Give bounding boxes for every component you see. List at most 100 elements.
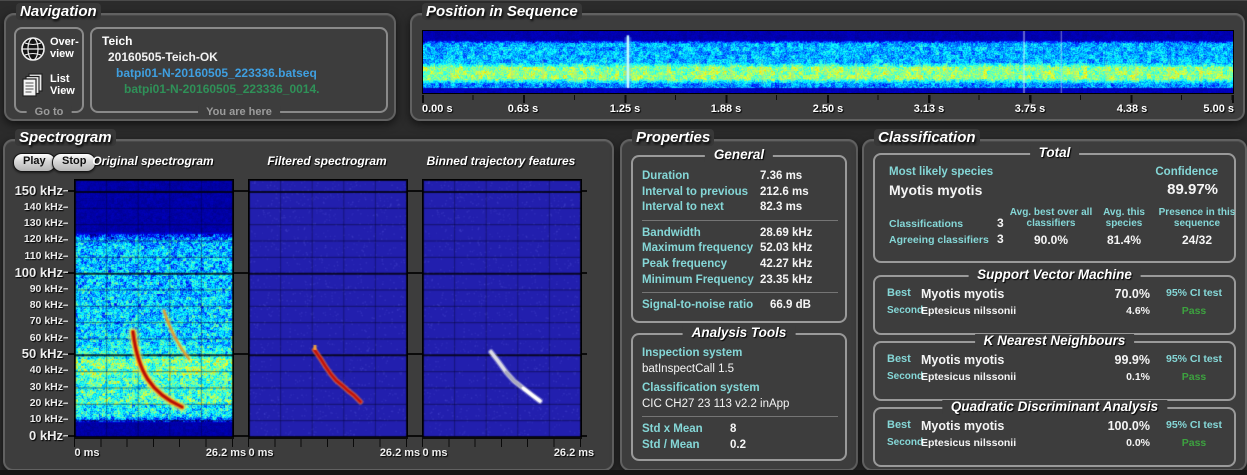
overview-button[interactable]: Over- view <box>20 35 80 65</box>
std-div-mean-row: Std / Mean 0.2 <box>642 438 746 451</box>
breadcrumb-session[interactable]: 20160505-Teich-OK <box>108 50 218 64</box>
classification-title: Classification <box>874 129 980 146</box>
listview-label: List View <box>50 73 75 97</box>
confidence-label: Confidence <box>1155 166 1218 178</box>
play-button[interactable]: Play <box>13 153 56 172</box>
classifications-label: Classifications <box>889 218 964 230</box>
freq-label: 100 kHz <box>14 265 63 280</box>
most-likely-species-label: Most likely species <box>889 166 994 178</box>
avg-species-column: Avg. this species 81.4% <box>1103 207 1145 247</box>
freq-label: 30 kHz <box>29 381 63 393</box>
overview-label: Over- view <box>50 36 79 60</box>
seq-tick-label: 1.25 s <box>609 103 641 115</box>
freq-label: 40 kHz <box>29 364 63 376</box>
divider <box>642 292 838 294</box>
freq-label: 110 kHz <box>24 250 63 262</box>
time-end-label: 26.2 ms <box>205 447 247 459</box>
sequence-spectrogram-strip[interactable] <box>422 30 1234 94</box>
time-start-label: 0 ms <box>248 447 274 459</box>
navigation-panel: Navigation Over- view List View Go to Te… <box>4 3 396 121</box>
seq-tick-label: 3.75 s <box>1014 103 1046 115</box>
property-row: Maximum frequency 52.03 kHz <box>642 242 813 255</box>
seq-tick-label: 0.00 s <box>422 103 453 115</box>
you-are-here-label: You are here <box>198 106 280 119</box>
bat-analysis-window: Navigation Over- view List View Go to Te… <box>0 0 1247 475</box>
window-bottom-edge <box>0 470 1247 475</box>
stop-button[interactable]: Stop <box>52 153 97 172</box>
globe-icon <box>20 36 46 67</box>
property-row: Bandwidth 28.69 kHz <box>642 226 813 239</box>
xaxis-original <box>74 437 234 447</box>
you-are-here-group: Teich 20160505-Teich-OK batpi01-N-201605… <box>90 27 388 119</box>
breadcrumb-site[interactable]: Teich <box>102 34 132 48</box>
general-group: General Duration 7.36 ms Interval to prev… <box>631 148 847 323</box>
classification-system-value: CIC CH27 23 113 v2.2 inApp <box>642 397 790 410</box>
property-row: Interval to next 82.3 ms <box>642 201 803 214</box>
knn-title: K Nearest Neighbours <box>974 334 1135 348</box>
goto-label: Go to <box>26 106 72 119</box>
knn-group: K Nearest Neighbours Best Myotis myotis … <box>873 334 1236 401</box>
std-x-mean-row: Std x Mean 8 <box>642 423 737 435</box>
freq-label: 70 kHz <box>29 315 63 327</box>
freq-label: 50 kHz <box>21 346 63 361</box>
freq-label: 150 kHz <box>14 183 63 198</box>
classification-system-label: Classification system <box>642 382 760 394</box>
navigation-title: Navigation <box>16 3 101 20</box>
seq-tick-label: 1.88 s <box>710 103 742 115</box>
freq-label: 90 kHz <box>29 283 63 295</box>
presence-column: Presence in this sequence 24/32 <box>1158 207 1236 247</box>
freq-label: 130 kHz <box>23 217 63 229</box>
property-row: Interval to previous 212.6 ms <box>642 185 809 198</box>
time-end-label: 26.2 ms <box>379 447 421 459</box>
property-row: Minimum Frequency 23.35 kHz <box>642 273 813 286</box>
list-pages-icon <box>21 72 46 103</box>
inspection-system-value: batInspectCall 1.5 <box>642 362 735 375</box>
properties-panel: Properties General Duration 7.36 ms Inter… <box>620 129 858 471</box>
qda-title: Quadratic Discriminant Analysis <box>941 400 1168 414</box>
property-row: Peak frequency 42.27 kHz <box>642 257 813 270</box>
avg-best-column: Avg. best over all classifiers 90.0% <box>1009 207 1093 247</box>
filtered-spectrogram-plot <box>248 179 408 439</box>
freq-label: 140 kHz <box>23 201 63 213</box>
seq-tick-label: 5.00 s <box>1203 103 1234 115</box>
freq-label: 60 kHz <box>29 332 63 344</box>
freq-label: 80 kHz <box>29 299 63 311</box>
spectrogram-title: Spectrogram <box>15 129 116 146</box>
breadcrumb-sequence-file[interactable]: batpi01-N-20160505_223336.batseq <box>116 66 317 80</box>
total-title: Total <box>1029 146 1080 160</box>
analysis-tools-title: Analysis Tools <box>682 326 796 340</box>
spectrogram-panel: Spectrogram Play Stop Original spectrogr… <box>3 129 614 471</box>
divider <box>642 416 838 417</box>
position-in-sequence-panel: Position in Sequence 0.00 s 0.63 s 1.25 … <box>410 3 1245 121</box>
breadcrumb-call-file[interactable]: batpi01-N-20160505_223336_0014. <box>124 82 319 96</box>
seq-tick-label: 0.63 s <box>507 103 539 115</box>
freq-label: 10 kHz <box>29 413 63 425</box>
listview-button[interactable]: List View <box>20 71 80 101</box>
xaxis-binned <box>422 437 582 447</box>
plot-title-filtered: Filtered spectrogram <box>267 154 387 168</box>
total-group: Total Most likely species Confidence Myo… <box>873 146 1236 263</box>
sequence-axis-minor-ticks <box>422 95 1234 100</box>
divider <box>642 219 838 221</box>
binned-trajectory-plot <box>422 179 582 439</box>
time-start-label: 0 ms <box>422 447 448 459</box>
original-spectrogram-plot <box>74 179 234 439</box>
plot-title-binned: Binned trajectory features <box>426 154 576 168</box>
inspection-system-label: Inspection system <box>642 347 743 359</box>
classification-panel: Classification Total Most likely species… <box>862 129 1247 471</box>
freq-label: 20 kHz <box>29 397 63 409</box>
xaxis-filtered <box>248 437 408 447</box>
sequence-title: Position in Sequence <box>422 3 582 20</box>
confidence-value: 89.97% <box>1167 181 1218 198</box>
seq-tick-label: 2.50 s <box>812 103 844 115</box>
analysis-tools-group: Analysis Tools Inspection system batInsp… <box>631 326 847 461</box>
most-likely-species-value: Myotis myotis <box>889 182 983 198</box>
freq-label: 0 kHz <box>29 428 63 443</box>
time-end-label: 26.2 ms <box>553 447 595 459</box>
plot-title-original: Original spectrogram <box>92 154 214 168</box>
properties-title: Properties <box>632 129 715 146</box>
agreeing-classifiers-label: Agreeing classifiers <box>889 234 989 246</box>
svm-title: Support Vector Machine <box>968 268 1141 282</box>
seq-tick-label: 4.38 s <box>1116 103 1148 115</box>
svm-group: Support Vector Machine Best Myotis myoti… <box>873 268 1236 335</box>
